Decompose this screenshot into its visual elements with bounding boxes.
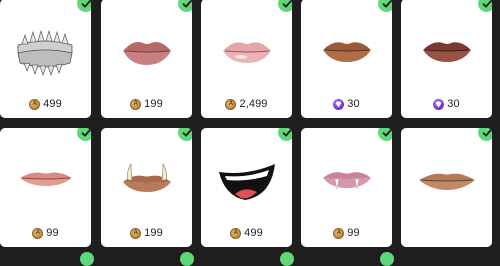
owned-check-icon [77,0,91,12]
shop-item-card[interactable]: A 199 [101,128,192,247]
price-tag: A 499 [0,98,91,110]
tusk-lips-icon [123,162,171,192]
owned-check-icon [278,128,292,141]
owned-check-icon [280,252,294,266]
gem-icon [333,98,345,110]
owned-check-icon [77,128,91,141]
owned-check-icon [478,128,492,141]
lips-shop-grid: A 499 A 199 A 2,499 30 30 A 99 A 199 A 4… [0,0,500,266]
full-pink-lips-icon [123,42,171,65]
fangs-teeth-icon [17,29,73,76]
shop-item-card[interactable] [401,128,492,247]
price-label: 99 [46,227,59,239]
shop-item-card[interactable]: A 2,499 [201,0,292,118]
shop-item-card[interactable]: 30 [301,0,392,118]
gem-icon [433,98,445,110]
coin-icon: A [333,227,345,239]
price-tag: 30 [301,98,392,110]
owned-check-icon [180,252,194,266]
price-label: 199 [144,98,163,110]
owned-check-icon [378,0,392,12]
owned-check-icon [178,0,192,12]
price-tag: 30 [401,98,492,110]
coin-icon: A [130,227,142,239]
brown-lips-icon [323,42,371,62]
dark-brown-lips-icon [423,42,471,62]
shop-item-card[interactable]: A 499 [0,0,91,118]
price-tag: A 99 [0,227,91,239]
price-tag: A 499 [201,227,292,239]
coin-icon: A [29,98,41,110]
coin-icon: A [32,227,44,239]
shop-item-card[interactable]: A 99 [301,128,392,247]
coin-icon: A [130,98,142,110]
price-label: 199 [144,227,163,239]
owned-check-icon [478,0,492,12]
owned-check-icon [380,252,394,266]
glossy-pink-lips-icon [223,42,271,63]
price-tag: A 199 [101,98,192,110]
owned-check-icon [178,128,192,141]
price-label: 499 [244,227,263,239]
shop-item-card[interactable]: A 199 [101,0,192,118]
cartoon-smile-icon [219,164,275,200]
price-label: 99 [347,227,360,239]
price-tag: A 2,499 [201,98,292,110]
thin-pink-lips-icon [20,172,72,186]
shop-item-card[interactable]: A 499 [201,128,292,247]
price-label: 2,499 [239,98,268,110]
owned-check-icon [278,0,292,12]
vampire-lips-icon [323,172,371,190]
coin-icon: A [230,227,242,239]
tan-lips-icon [419,173,475,190]
price-tag: A 99 [301,227,392,239]
price-label: 30 [347,98,360,110]
owned-check-icon [378,128,392,141]
shop-item-card[interactable]: A 99 [0,128,91,247]
owned-check-icon [80,252,94,266]
coin-icon: A [225,98,237,110]
shop-item-card[interactable]: 30 [401,0,492,118]
price-label: 30 [447,98,460,110]
price-tag: A 199 [101,227,192,239]
price-label: 499 [43,98,62,110]
